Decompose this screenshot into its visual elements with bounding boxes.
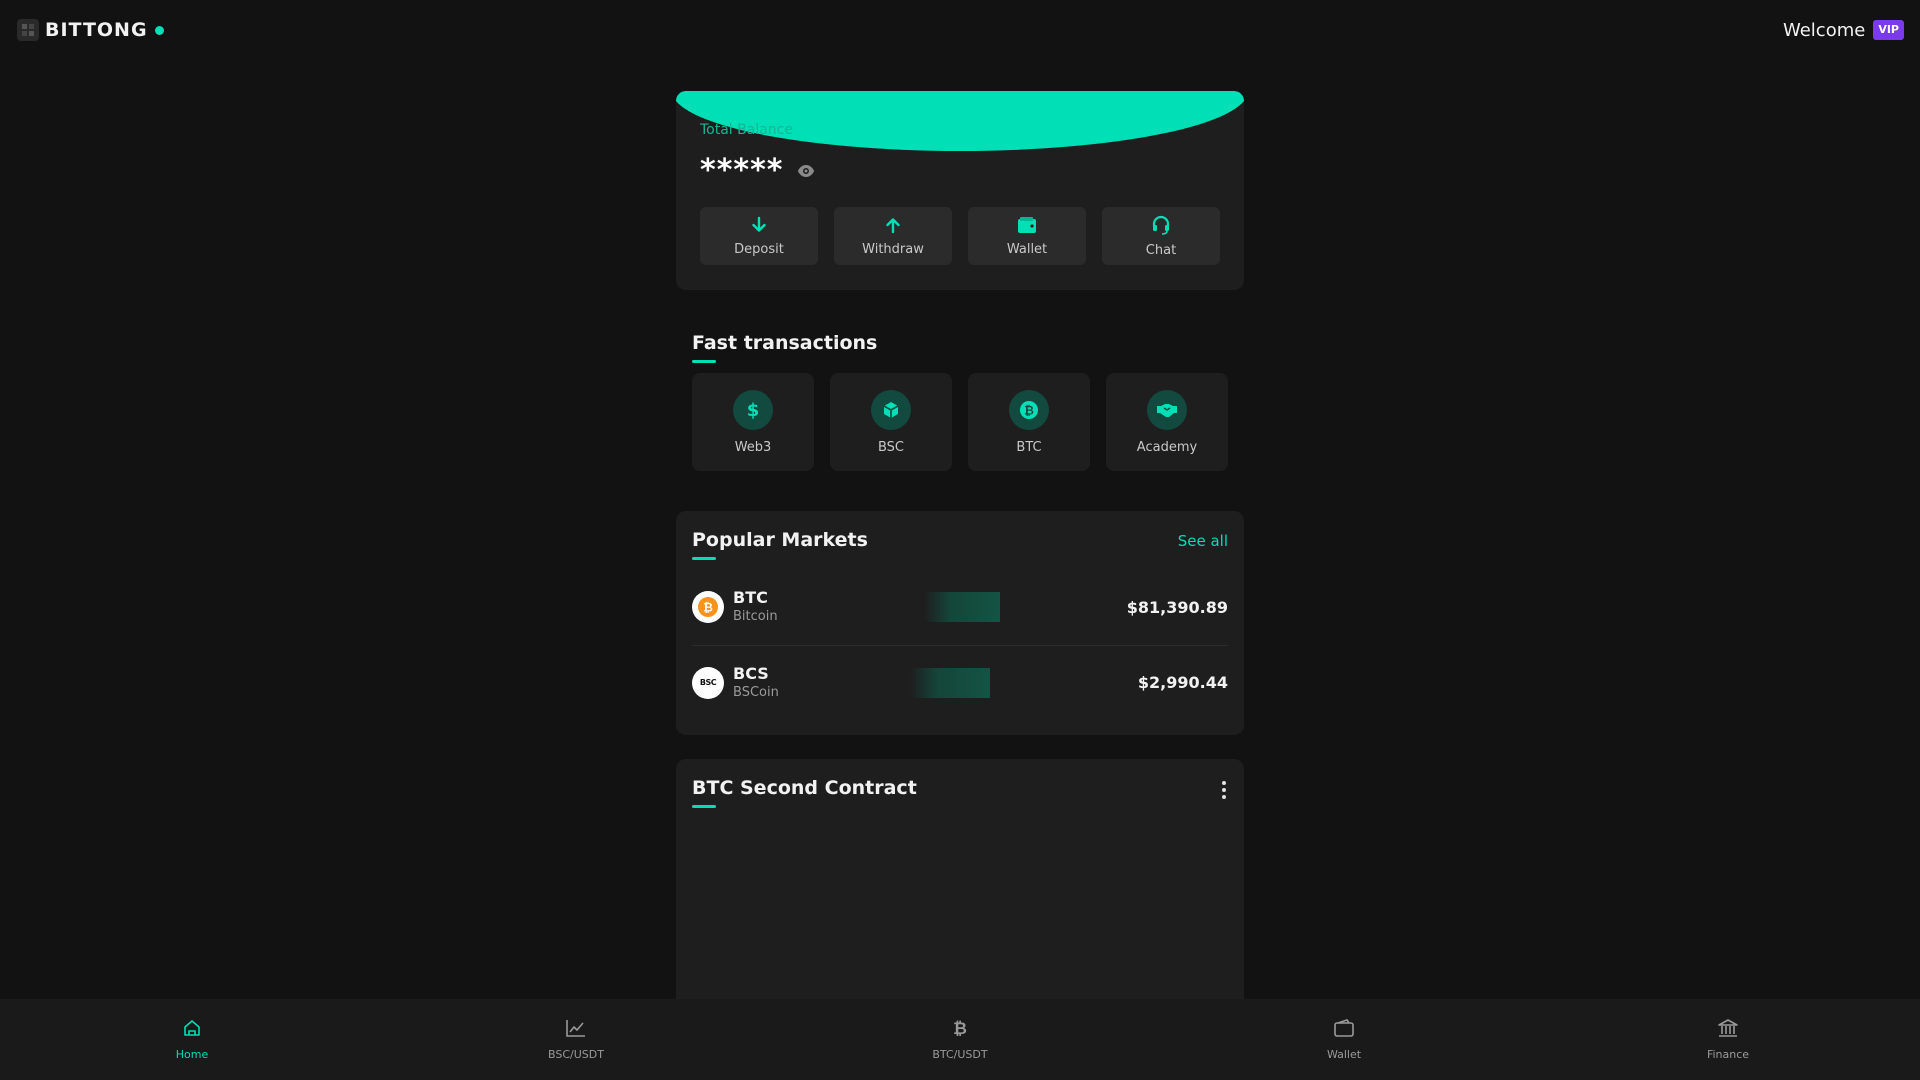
eye-icon[interactable] xyxy=(797,164,815,178)
fast-item-label: Academy xyxy=(1136,439,1198,455)
cube-icon xyxy=(871,389,911,430)
fast-item-label: Web3 xyxy=(734,439,772,455)
contract-header: BTC Second Contract xyxy=(692,777,917,808)
dollar-icon: $ xyxy=(733,389,773,430)
brand-logo[interactable]: BITTONG xyxy=(17,18,164,42)
svg-text:$: $ xyxy=(747,400,760,420)
bank-icon xyxy=(1717,1018,1739,1042)
fast-transactions-underline xyxy=(692,360,716,363)
fast-transactions-section: Fast transactions $ Web3 BSC ₿ BTC Acade… xyxy=(692,332,1228,471)
coin-symbol: BCS xyxy=(733,663,769,683)
deposit-label: Deposit xyxy=(734,241,784,257)
nav-label: BTC/USDT xyxy=(932,1048,988,1061)
bottom-nav: Home BSC/USDT ₿ BTC/USDT Wallet Finance xyxy=(0,999,1920,1080)
brand-name: BITTONG xyxy=(45,19,148,41)
balance-wave-decoration xyxy=(676,91,1244,151)
fast-item-label: BTC xyxy=(1016,439,1042,455)
nav-label: Finance xyxy=(1706,1048,1750,1061)
see-all-link[interactable]: See all xyxy=(1178,532,1228,550)
svg-text:₿: ₿ xyxy=(703,601,713,615)
wallet-button[interactable]: Wallet xyxy=(968,207,1086,265)
fast-transactions-grid: $ Web3 BSC ₿ BTC Academy xyxy=(692,373,1228,471)
fast-item-label: BSC xyxy=(877,439,905,455)
bsc-coin-icon: BSC xyxy=(692,666,724,699)
vip-badge[interactable]: VIP xyxy=(1873,20,1904,40)
bitcoin-icon: ₿ xyxy=(950,1018,970,1042)
home-icon xyxy=(182,1018,202,1042)
nav-label: BSC/USDT xyxy=(548,1048,604,1061)
chat-label: Chat xyxy=(1145,242,1177,258)
balance-actions: Deposit Withdraw Wallet Chat xyxy=(700,207,1220,265)
coin-names: BTC Bitcoin xyxy=(733,588,778,626)
nav-label: Wallet xyxy=(1326,1048,1362,1061)
contract-title: BTC Second Contract xyxy=(692,777,917,799)
svg-text:₿: ₿ xyxy=(1024,403,1034,417)
fast-item-bsc[interactable]: BSC xyxy=(830,373,952,471)
balance-card: Total Balance ***** Deposit Withdraw Wal… xyxy=(676,91,1244,290)
coin-symbol: BTC xyxy=(733,588,768,607)
nav-label: Home xyxy=(175,1048,209,1061)
welcome-text: Welcome xyxy=(1782,19,1866,41)
nav-finance[interactable]: Finance xyxy=(1536,999,1920,1080)
sparkline-chart xyxy=(924,592,1000,622)
wallet-icon xyxy=(1017,216,1037,238)
wallet-icon xyxy=(1333,1018,1355,1042)
logo-mark-icon xyxy=(17,19,39,41)
welcome-area: Welcome VIP xyxy=(1783,18,1904,42)
market-row-bcs[interactable]: BSC BCS BSCoin $2,990.44 xyxy=(692,645,1228,719)
sparkline-chart xyxy=(910,668,990,698)
balance-label: Total Balance xyxy=(700,122,793,138)
nav-btc-usdt[interactable]: ₿ BTC/USDT xyxy=(768,999,1152,1080)
coin-name: Bitcoin xyxy=(733,609,778,624)
fast-item-btc[interactable]: ₿ BTC xyxy=(968,373,1090,471)
arrow-down-icon xyxy=(750,216,768,238)
headset-icon xyxy=(1151,215,1171,239)
svg-text:₿: ₿ xyxy=(953,1019,967,1038)
chat-button[interactable]: Chat xyxy=(1102,207,1220,265)
chart-line-icon xyxy=(565,1018,587,1042)
wallet-label: Wallet xyxy=(1006,241,1048,257)
coin-price: $81,390.89 xyxy=(1126,597,1228,617)
fast-item-academy[interactable]: Academy xyxy=(1106,373,1228,471)
popular-markets-title: Popular Markets xyxy=(692,529,868,551)
withdraw-button[interactable]: Withdraw xyxy=(834,207,952,265)
withdraw-label: Withdraw xyxy=(862,241,924,257)
contract-underline xyxy=(692,805,716,808)
btc-coin-icon: ₿ xyxy=(692,591,724,623)
popular-markets-underline xyxy=(692,557,716,560)
handshake-icon xyxy=(1147,389,1187,430)
brand-dot-icon xyxy=(154,25,164,35)
fast-transactions-title: Fast transactions xyxy=(692,332,878,354)
deposit-button[interactable]: Deposit xyxy=(700,207,818,265)
fast-item-web3[interactable]: $ Web3 xyxy=(692,373,814,471)
balance-masked-value: ***** xyxy=(700,153,784,188)
more-options-icon[interactable] xyxy=(1218,781,1230,799)
btc-second-contract-card: BTC Second Contract xyxy=(676,759,1244,1019)
bsc-coin-icon-text: BSC xyxy=(699,678,717,687)
coin-price: $2,990.44 xyxy=(1137,673,1228,692)
coin-names: BCS BSCoin xyxy=(733,664,779,702)
arrow-up-icon xyxy=(884,216,902,238)
nav-wallet[interactable]: Wallet xyxy=(1152,999,1536,1080)
bitcoin-icon: ₿ xyxy=(1009,389,1049,430)
coin-name: BSCoin xyxy=(733,684,779,700)
balance-value: ***** xyxy=(700,156,815,186)
nav-home[interactable]: Home xyxy=(0,999,384,1080)
market-row-btc[interactable]: ₿ BTC Bitcoin $81,390.89 xyxy=(692,570,1228,644)
nav-bsc-usdt[interactable]: BSC/USDT xyxy=(384,999,768,1080)
top-bar: BITTONG Welcome VIP xyxy=(0,0,1920,60)
popular-markets-header: Popular Markets xyxy=(692,529,868,560)
